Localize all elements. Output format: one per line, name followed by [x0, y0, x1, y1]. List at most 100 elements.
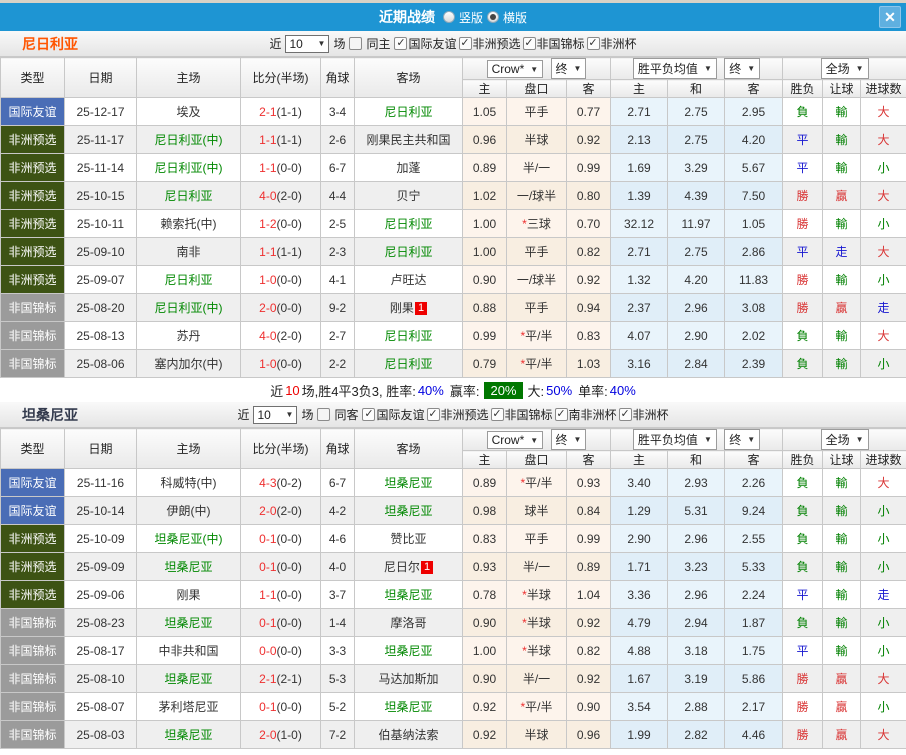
- league-checkbox[interactable]: ✓: [586, 37, 600, 50]
- league-filter[interactable]: ✓ 国际友谊: [362, 406, 425, 423]
- handicap-cell: 球半: [506, 496, 567, 525]
- avg-away-cell: 2.24: [724, 580, 784, 609]
- handicap-cell: 平手: [506, 293, 567, 322]
- table-row: 非洲预选 25-10-09 坦桑尼亚(中) 0-1(0-0) 4-6 赞比亚 0…: [0, 524, 906, 553]
- odds-away-cell: 0.77: [565, 97, 612, 126]
- league-checkbox[interactable]: ✓: [618, 408, 632, 421]
- avg-stage-select[interactable]: 终 ▼: [724, 58, 761, 79]
- avg-home-cell: 3.16: [610, 349, 669, 378]
- league-checkbox[interactable]: ✓: [426, 408, 440, 421]
- avg-draw-cell: 11.97: [667, 209, 726, 238]
- score-cell: 1-0(0-0): [240, 265, 321, 294]
- fulltime-score: 1-1: [259, 132, 277, 147]
- odds-home-cell: 0.99: [462, 321, 507, 350]
- league-filter[interactable]: ✓ 南非洲杯: [554, 406, 617, 423]
- match-type-tag: 国际友谊: [0, 468, 65, 497]
- recent-count-select[interactable]: 10 ▼: [253, 405, 298, 424]
- avg-type-select[interactable]: 胜平负均值 ▼: [632, 429, 717, 450]
- match-date: 25-12-17: [64, 97, 137, 126]
- team-name: 刚果: [176, 588, 201, 602]
- avg-away-cell: 2.17: [724, 692, 784, 721]
- team-name: 坦桑尼亚: [384, 644, 433, 658]
- goals-result-cell: 小: [860, 552, 906, 581]
- col-header-handicap-result: 让球: [822, 79, 862, 98]
- close-button[interactable]: ✕: [879, 6, 901, 28]
- away-team-cell: 坦桑尼亚: [354, 692, 463, 721]
- league-checkbox[interactable]: ✓: [554, 408, 568, 421]
- recent-count-select[interactable]: 10 ▼: [285, 34, 330, 53]
- horizontal-layout-radio[interactable]: [487, 11, 499, 23]
- same-venue-checkbox[interactable]: [349, 37, 363, 50]
- league-filter[interactable]: ✓ 非国锦标: [522, 35, 585, 52]
- league-checkbox[interactable]: ✓: [394, 37, 408, 50]
- recent-results-dialog: 近期战绩 竖版 横版 ✕ 尼日利亚 近 10 ▼ 场 同主 ✓ 国际友谊 ✓ 非洲预选 ✓…: [0, 0, 906, 755]
- odds-away-cell: 0.82: [565, 237, 612, 266]
- match-date: 25-11-17: [64, 125, 137, 154]
- table-row: 国际友谊 25-10-14 伊朗(中) 2-0(2-0) 4-2 坦桑尼亚 0.…: [0, 496, 906, 525]
- team-name: 贝宁: [396, 189, 421, 203]
- goals-result-cell: 走: [860, 580, 906, 609]
- odds-company-select[interactable]: Crow* ▼: [486, 60, 544, 78]
- league-filter[interactable]: ✓ 非洲杯: [618, 406, 669, 423]
- match-type-tag: 非洲预选: [0, 125, 65, 154]
- horizontal-layout-label: 横版: [503, 10, 528, 25]
- match-type-tag: 非洲预选: [0, 580, 65, 609]
- odds-home-cell: 0.92: [462, 720, 507, 749]
- same-venue-checkbox[interactable]: [317, 408, 331, 421]
- score-cell: 1-1(1-1): [240, 125, 321, 154]
- odds-away-cell: 0.92: [565, 125, 612, 154]
- dialog-titlebar: 近期战绩 竖版 横版 ✕: [0, 3, 906, 31]
- home-team-cell: 南非: [136, 237, 241, 266]
- goals-result-cell: 大: [860, 237, 906, 266]
- match-date: 25-08-20: [64, 293, 137, 322]
- odds-stage-select[interactable]: 终 ▼: [550, 58, 587, 79]
- avg-draw-cell: 3.19: [667, 664, 726, 693]
- league-filter[interactable]: ✓ 非国锦标: [490, 406, 553, 423]
- goals-result-cell: 小: [860, 608, 906, 637]
- odds-home-cell: 0.88: [462, 293, 507, 322]
- fulltime-score: 0-1: [259, 615, 277, 630]
- league-checkbox[interactable]: ✓: [362, 408, 376, 421]
- avg-stage-select[interactable]: 终 ▼: [724, 429, 761, 450]
- odds-stage-select[interactable]: 终 ▼: [550, 429, 587, 450]
- col-header-type: 类型: [0, 428, 65, 469]
- odds-company-select[interactable]: Crow* ▼: [486, 431, 544, 449]
- fulltime-score: 2-1: [259, 671, 277, 686]
- table-row: 非国锦标 25-08-07 茅利塔尼亚 0-1(0-0) 5-2 坦桑尼亚 0.…: [0, 692, 906, 721]
- vertical-layout-radio[interactable]: [442, 11, 455, 23]
- team-title: 坦桑尼亚: [22, 406, 78, 423]
- match-type-tag: 非国锦标: [0, 608, 65, 637]
- halftime-score: (0-0): [276, 160, 302, 175]
- match-type-tag: 非国锦标: [0, 349, 65, 378]
- league-checkbox[interactable]: ✓: [458, 37, 472, 50]
- result-group-header: 全场 ▼: [782, 428, 906, 451]
- same-venue-label: 同主: [366, 37, 391, 51]
- avg-draw-cell: 2.93: [667, 468, 726, 497]
- winloss-result-cell: 負: [782, 349, 824, 378]
- fulltime-score: 0-1: [259, 559, 277, 574]
- halftime-score: (1-0): [276, 727, 302, 742]
- col-header-home: 主场: [136, 57, 241, 98]
- league-filter[interactable]: ✓ 非洲杯: [586, 35, 637, 52]
- fullmatch-select[interactable]: 全场 ▼: [820, 58, 869, 79]
- league-filter[interactable]: ✓ 非洲预选: [426, 406, 489, 423]
- match-date: 25-10-15: [64, 181, 137, 210]
- league-checkbox[interactable]: ✓: [522, 37, 536, 50]
- league-filter[interactable]: ✓ 国际友谊: [394, 35, 457, 52]
- avg-type-select[interactable]: 胜平负均值 ▼: [632, 58, 717, 79]
- avg-home-cell: 1.39: [610, 181, 669, 210]
- league-filter[interactable]: ✓ 非洲预选: [458, 35, 521, 52]
- avg-home-cell: 4.07: [610, 321, 669, 350]
- corner-cell: 2-7: [320, 321, 355, 350]
- handicap-result-cell: 輸: [822, 580, 862, 609]
- winloss-result-cell: 負: [782, 97, 824, 126]
- fulltime-score: 0-1: [259, 699, 277, 714]
- away-team-cell: 加蓬: [354, 153, 463, 182]
- halftime-score: (2-0): [276, 503, 302, 518]
- fullmatch-select[interactable]: 全场 ▼: [820, 429, 869, 450]
- league-checkbox[interactable]: ✓: [490, 408, 504, 421]
- halftime-score: (1-1): [276, 244, 302, 259]
- corner-cell: 5-3: [320, 664, 355, 693]
- team-name: 尼日利亚: [384, 329, 433, 343]
- team-name: 科威特(中): [160, 476, 217, 490]
